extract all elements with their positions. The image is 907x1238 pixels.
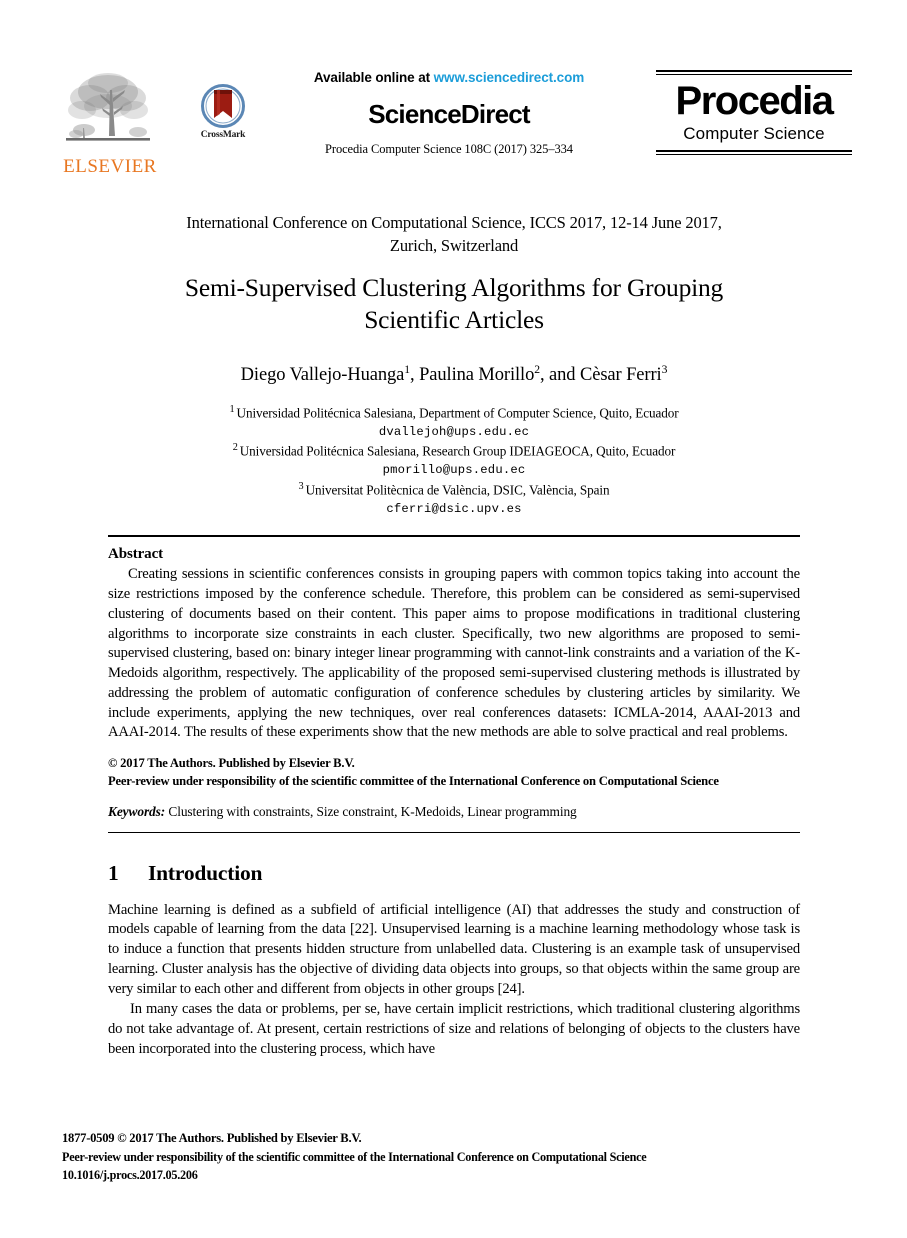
keywords-label: Keywords: bbox=[108, 803, 166, 819]
author-sep-1: , bbox=[410, 364, 420, 385]
abstract-text: Creating sessions in scientific conferen… bbox=[108, 566, 800, 741]
affiliation-list: 1 Universidad Politécnica Salesiana, Depa… bbox=[108, 403, 800, 518]
keywords-line: Keywords: Clustering with constraints, S… bbox=[108, 804, 800, 820]
sciencedirect-url[interactable]: www.sciencedirect.com bbox=[434, 70, 585, 85]
available-online-prefix: Available online at bbox=[313, 70, 434, 85]
abstract-top-rule bbox=[108, 535, 800, 538]
section-1-paragraph-1: Machine learning is defined as a subfiel… bbox=[108, 901, 800, 997]
conference-line-1: International Conference on Computationa… bbox=[186, 213, 722, 232]
affiliation-1-email[interactable]: dvallejoh@ups.edu.ec bbox=[108, 423, 800, 441]
affiliation-2-email[interactable]: pmorillo@ups.edu.ec bbox=[108, 461, 800, 479]
footer-peer-review-line: Peer-review under responsibility of the … bbox=[62, 1149, 647, 1164]
section-1-number: 1 bbox=[108, 860, 119, 885]
journal-masthead: ELSEVIER CrossMark Available online at w… bbox=[62, 66, 852, 186]
procedia-logo: Procedia Computer Science bbox=[656, 66, 852, 156]
paper-page: ELSEVIER CrossMark Available online at w… bbox=[0, 0, 907, 1238]
affiliation-2-marker: 2 bbox=[232, 442, 238, 454]
journal-citation: Procedia Computer Science 108C (2017) 32… bbox=[325, 142, 573, 156]
footer-issn-line: 1877-0509 © 2017 The Authors. Published … bbox=[62, 1131, 362, 1145]
abstract-bottom-rule bbox=[108, 831, 800, 833]
affiliation-2-text: Universidad Politécnica Salesiana, Resea… bbox=[239, 443, 676, 459]
paper-content: International Conference on Computationa… bbox=[108, 212, 800, 1059]
copyright-block: © 2017 The Authors. Published by Elsevie… bbox=[108, 754, 800, 791]
crossmark-bookmark-icon bbox=[201, 84, 245, 128]
keywords-text: Clustering with constraints, Size constr… bbox=[165, 803, 577, 819]
page-footer: 1877-0509 © 2017 The Authors. Published … bbox=[62, 1129, 822, 1184]
procedia-rule-top bbox=[656, 70, 852, 75]
title-line-1: Semi-Supervised Clustering Algorithms fo… bbox=[184, 272, 724, 302]
available-online-line: Available online at www.sciencedirect.co… bbox=[262, 70, 636, 85]
author-3: Cèsar Ferri bbox=[579, 364, 662, 385]
affiliation-3: 3 Universitat Politècnica de València, DS… bbox=[108, 480, 800, 500]
sciencedirect-block: Available online at www.sciencedirect.co… bbox=[262, 66, 636, 157]
crossmark-label: CrossMark bbox=[200, 130, 246, 140]
conference-line-2: Zurich, Switzerland bbox=[389, 235, 519, 255]
page-title: Semi-Supervised Clustering Algorithms fo… bbox=[108, 272, 800, 337]
author-sep-2: , and bbox=[539, 364, 580, 385]
footer-doi[interactable]: 10.1016/j.procs.2017.05.206 bbox=[62, 1166, 822, 1184]
copyright-line-1: © 2017 The Authors. Published by Elsevie… bbox=[108, 756, 355, 771]
affiliation-3-marker: 3 bbox=[298, 480, 304, 492]
procedia-subtitle: Computer Science bbox=[683, 124, 825, 144]
author-list: Diego Vallejo-Huanga1, Paulina Morillo2,… bbox=[108, 363, 800, 386]
title-line-2: Scientific Articles bbox=[364, 305, 544, 335]
sciencedirect-wordmark: ScienceDirect bbox=[368, 99, 530, 129]
affiliation-2: 2 Universidad Politécnica Salesiana, Rese… bbox=[108, 441, 800, 461]
author-1: Diego Vallejo-Huanga bbox=[240, 364, 405, 385]
copyright-line-2: Peer-review under responsibility of the … bbox=[108, 774, 719, 789]
crossmark-logo[interactable]: CrossMark bbox=[184, 66, 262, 140]
section-1-heading: 1 Introduction bbox=[108, 861, 800, 886]
affiliation-3-email[interactable]: cferri@dsic.upv.es bbox=[108, 500, 800, 518]
author-2: Paulina Morillo bbox=[419, 364, 535, 385]
procedia-rule-bottom bbox=[656, 150, 852, 156]
author-3-marker: 3 bbox=[661, 362, 668, 376]
tree-icon bbox=[66, 73, 150, 141]
procedia-title: Procedia bbox=[675, 79, 834, 123]
section-1-title: Introduction bbox=[148, 860, 263, 885]
elsevier-logo: ELSEVIER bbox=[62, 66, 158, 176]
affiliation-1: 1 Universidad Politécnica Salesiana, Depa… bbox=[108, 403, 800, 423]
section-1-paragraph-2: In many cases the data or problems, per … bbox=[108, 1000, 800, 1057]
elsevier-wordmark: ELSEVIER bbox=[63, 156, 157, 177]
abstract-heading: Abstract bbox=[108, 546, 164, 563]
affiliation-3-text: Universitat Politècnica de València, DSI… bbox=[305, 482, 610, 498]
affiliation-1-marker: 1 bbox=[229, 403, 235, 415]
affiliation-1-text: Universidad Politécnica Salesiana, Depar… bbox=[236, 405, 679, 421]
